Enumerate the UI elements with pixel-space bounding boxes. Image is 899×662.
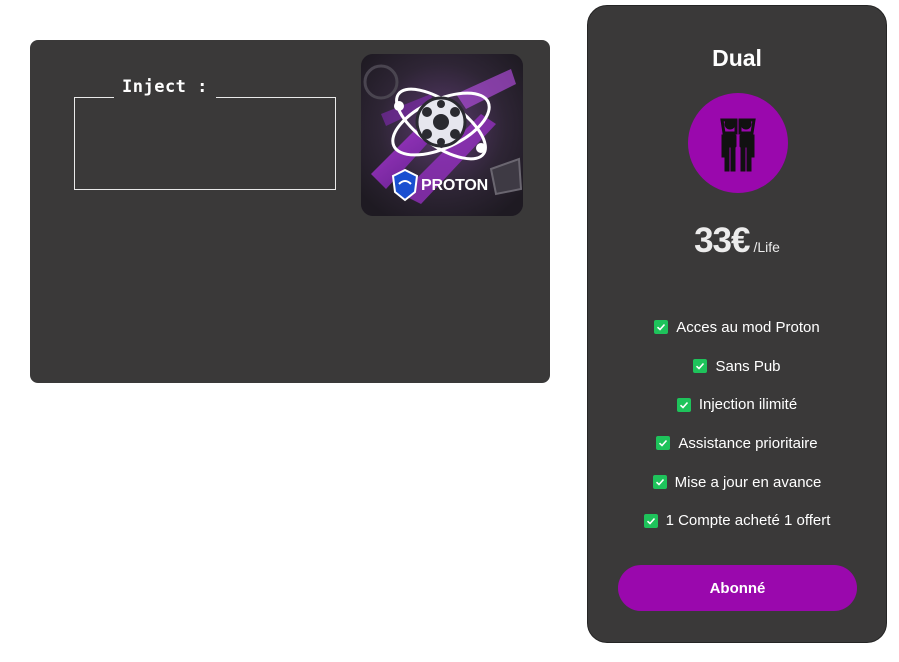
price-amount: 33€	[694, 221, 750, 260]
feature-label: 1 Compte acheté 1 offert	[665, 512, 831, 530]
pricing-card: Dual 33€/Life Acces au mod Proton Sans P…	[587, 5, 887, 643]
feature-label: Mise a jour en avance	[674, 473, 822, 491]
price-period: /Life	[753, 239, 780, 255]
inject-panel: Inject : PROTON	[30, 40, 550, 383]
list-item: Mise a jour en avance	[588, 463, 886, 502]
feature-list: Acces au mod Proton Sans Pub Injection i…	[588, 308, 886, 540]
checkbox-icon	[652, 475, 667, 490]
two-people-icon	[688, 93, 788, 193]
feature-label: Sans Pub	[715, 357, 781, 375]
checkbox-icon	[643, 513, 658, 528]
plan-name: Dual	[712, 45, 762, 71]
list-item: Assistance prioritaire	[588, 424, 886, 463]
list-item: Injection ilimité	[588, 385, 886, 424]
checkbox-icon	[676, 397, 691, 412]
feature-label: Assistance prioritaire	[678, 434, 818, 452]
checkbox-icon	[654, 320, 669, 335]
proton-logo-icon: PROTON	[361, 54, 523, 216]
feature-label: Injection ilimité	[698, 396, 798, 414]
list-item: Sans Pub	[588, 347, 886, 386]
feature-label: Acces au mod Proton	[676, 318, 820, 336]
subscribe-button[interactable]: Abonné	[618, 565, 857, 611]
checkbox-icon	[656, 436, 671, 451]
inject-box[interactable]	[74, 97, 336, 190]
list-item: Acces au mod Proton	[588, 308, 886, 347]
price: 33€/Life	[588, 221, 886, 261]
inject-title: Inject :	[114, 76, 216, 98]
checkbox-icon	[693, 359, 708, 374]
logo-text: PROTON	[421, 177, 488, 194]
list-item: 1 Compte acheté 1 offert	[588, 501, 886, 540]
